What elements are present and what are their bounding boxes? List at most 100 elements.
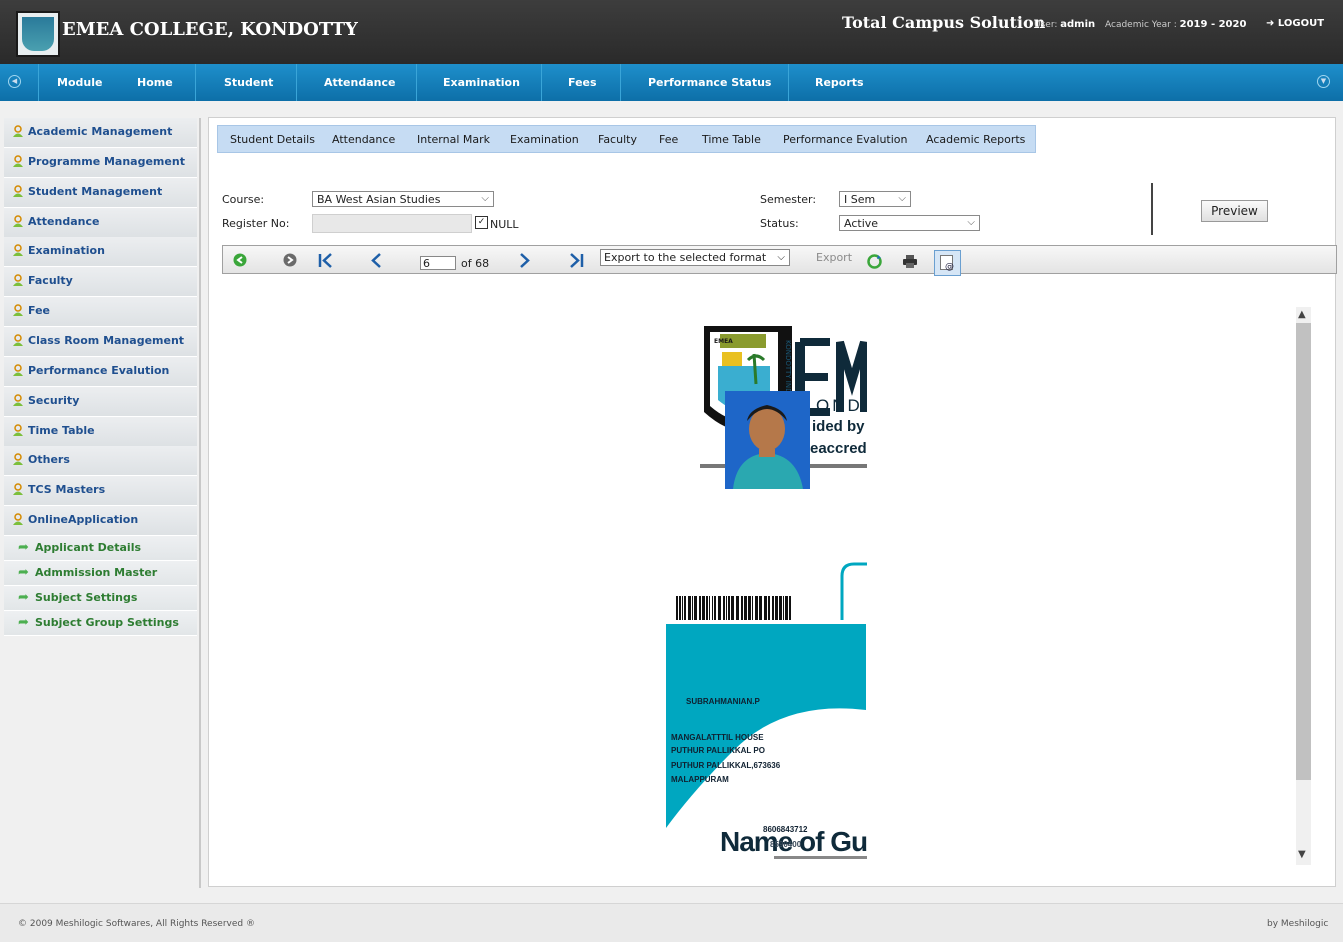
tab-faculty[interactable]: Faculty [598, 133, 637, 146]
export-button[interactable]: Export [816, 251, 852, 264]
main-nav: ◀ Module Home Student Attendance Examina… [0, 64, 1343, 101]
tab-student-details[interactable]: Student Details [230, 133, 315, 146]
nav-divider [38, 64, 39, 101]
barcode-bar [755, 596, 758, 620]
course-select[interactable]: BA West Asian Studies ⌵ [312, 191, 494, 207]
module-icon [12, 334, 24, 347]
tab-time-table[interactable]: Time Table [702, 133, 761, 146]
email-report-button[interactable]: @ [934, 250, 961, 276]
tab-internal-mark[interactable]: Internal Mark [417, 133, 490, 146]
nav-performance-status[interactable]: Performance Status [648, 76, 771, 89]
logo-line3: ided by [812, 418, 865, 435]
collapse-left-icon[interactable]: ◀ [8, 75, 21, 88]
sidebar-subitem-applicant-details[interactable]: ➦ Applicant Details [4, 536, 197, 561]
null-checkbox[interactable]: ✓ [475, 216, 488, 229]
barcode-bar [694, 596, 697, 620]
scrollbar-thumb[interactable] [1296, 323, 1311, 780]
barcode-bar [692, 596, 693, 620]
barcode-bar [702, 596, 705, 620]
tab-academic-reports[interactable]: Academic Reports [926, 133, 1025, 146]
sidebar-subitem-label: Subject Settings [35, 591, 138, 604]
barcode-bar [699, 596, 701, 620]
sidebar-item-label: TCS Masters [28, 483, 106, 497]
barcode-bar [728, 596, 730, 620]
preview-button[interactable]: Preview [1201, 200, 1268, 222]
back-icon[interactable] [233, 253, 247, 267]
page-number-input[interactable]: 6 [420, 256, 456, 270]
sidebar-item-others[interactable]: Others [4, 446, 197, 477]
barcode-bar [679, 596, 681, 620]
first-page-icon[interactable] [318, 253, 334, 268]
barcode-bar [764, 596, 767, 620]
tab-fee[interactable]: Fee [659, 133, 678, 146]
product-name: Total Campus Solution [842, 13, 1046, 32]
arrow-right-icon: ➜ [1266, 18, 1275, 29]
sidebar-item-tcs-masters[interactable]: TCS Masters [4, 476, 197, 507]
status-select[interactable]: Active ⌵ [839, 215, 980, 231]
sidebar-subitem-subject-settings[interactable]: ➦ Subject Settings [4, 586, 197, 611]
module-icon [12, 244, 24, 257]
nav-attendance[interactable]: Attendance [324, 76, 395, 89]
nav-reports[interactable]: Reports [815, 76, 864, 89]
filter-divider [1151, 183, 1153, 235]
nav-divider [195, 64, 196, 101]
tab-attendance[interactable]: Attendance [332, 133, 395, 146]
last-page-icon[interactable] [568, 253, 584, 268]
sidebar-item-faculty[interactable]: Faculty [4, 267, 197, 298]
user-info: User: admin [1034, 19, 1096, 30]
address-line-3: PUTHUR PALLIKKAL,673636 [671, 761, 781, 770]
sidebar-item-student-management[interactable]: Student Management [4, 177, 197, 208]
logout-button[interactable]: ➜ LOGOUT [1266, 18, 1324, 29]
sidebar-item-label: Examination [28, 244, 105, 258]
status-value: Active [844, 217, 879, 230]
scroll-down-icon[interactable]: ▼ [1298, 849, 1306, 860]
print-icon[interactable] [902, 254, 918, 269]
sidebar-border [199, 118, 201, 888]
tab-performance-evalution[interactable]: Performance Evalution [783, 133, 908, 146]
previous-page-icon[interactable] [370, 253, 382, 268]
sidebar-item-attendance[interactable]: Attendance [4, 207, 197, 238]
sidebar-item-examination[interactable]: Examination [4, 237, 197, 268]
course-value: BA West Asian Studies [317, 193, 441, 206]
nav-examination[interactable]: Examination [443, 76, 520, 89]
scroll-up-icon[interactable]: ▲ [1298, 309, 1306, 320]
refresh-icon[interactable] [866, 253, 883, 270]
nav-module[interactable]: Module [57, 76, 102, 89]
barcode-bar [783, 596, 784, 620]
report-page: EMEA KONDOTTY INDIA EM OND ided by eaccr… [664, 310, 867, 870]
vendor-credit: by Meshilogic [1267, 919, 1329, 929]
tab-examination[interactable]: Examination [510, 133, 579, 146]
arrow-right-icon: ➦ [18, 615, 29, 630]
logo-letters: EM [794, 322, 796, 323]
sidebar-item-academic-management[interactable]: Academic Management [4, 118, 197, 148]
student-name: SUBRAHMANIAN.P [686, 697, 760, 706]
barcode-bar [688, 596, 691, 620]
collapse-down-icon[interactable]: ▼ [1317, 75, 1330, 88]
sidebar-subitem-subject-group-settings[interactable]: ➦ Subject Group Settings [4, 611, 197, 636]
nav-home[interactable]: Home [137, 76, 173, 89]
semester-label: Semester: [760, 193, 817, 206]
nav-fees[interactable]: Fees [568, 76, 597, 89]
barcode-bar [706, 596, 708, 620]
forward-icon[interactable] [283, 253, 297, 267]
sidebar-item-time-table[interactable]: Time Table [4, 416, 197, 447]
module-icon [12, 214, 24, 228]
next-page-icon[interactable] [519, 253, 531, 268]
chevron-down-icon: ⌵ [481, 193, 489, 204]
chevron-down-icon: ⌵ [967, 217, 975, 228]
export-format-select[interactable]: Export to the selected format ⌵ [600, 249, 790, 266]
barcode-bar [736, 596, 739, 620]
sidebar-item-label: Performance Evalution [28, 363, 170, 377]
sidebar-item-class-room-management[interactable]: Class Room Management [4, 326, 197, 357]
register-no-input[interactable] [312, 214, 472, 233]
address-line-4: MALAPPURAM [671, 775, 729, 784]
sidebar-item-performance-evalution[interactable]: Performance Evalution [4, 356, 197, 387]
sidebar-item-fee[interactable]: Fee [4, 297, 197, 328]
sidebar-subitem-admmission-master[interactable]: ➦ Admmission Master [4, 561, 197, 586]
semester-select[interactable]: I Sem ⌵ [839, 191, 911, 207]
nav-divider [416, 64, 417, 101]
sidebar-item-programme-management[interactable]: Programme Management [4, 147, 197, 178]
sidebar-item-security[interactable]: Security [4, 386, 197, 417]
sidebar-item-onlineapplication[interactable]: OnlineApplication [4, 506, 197, 537]
nav-student[interactable]: Student [224, 76, 273, 89]
